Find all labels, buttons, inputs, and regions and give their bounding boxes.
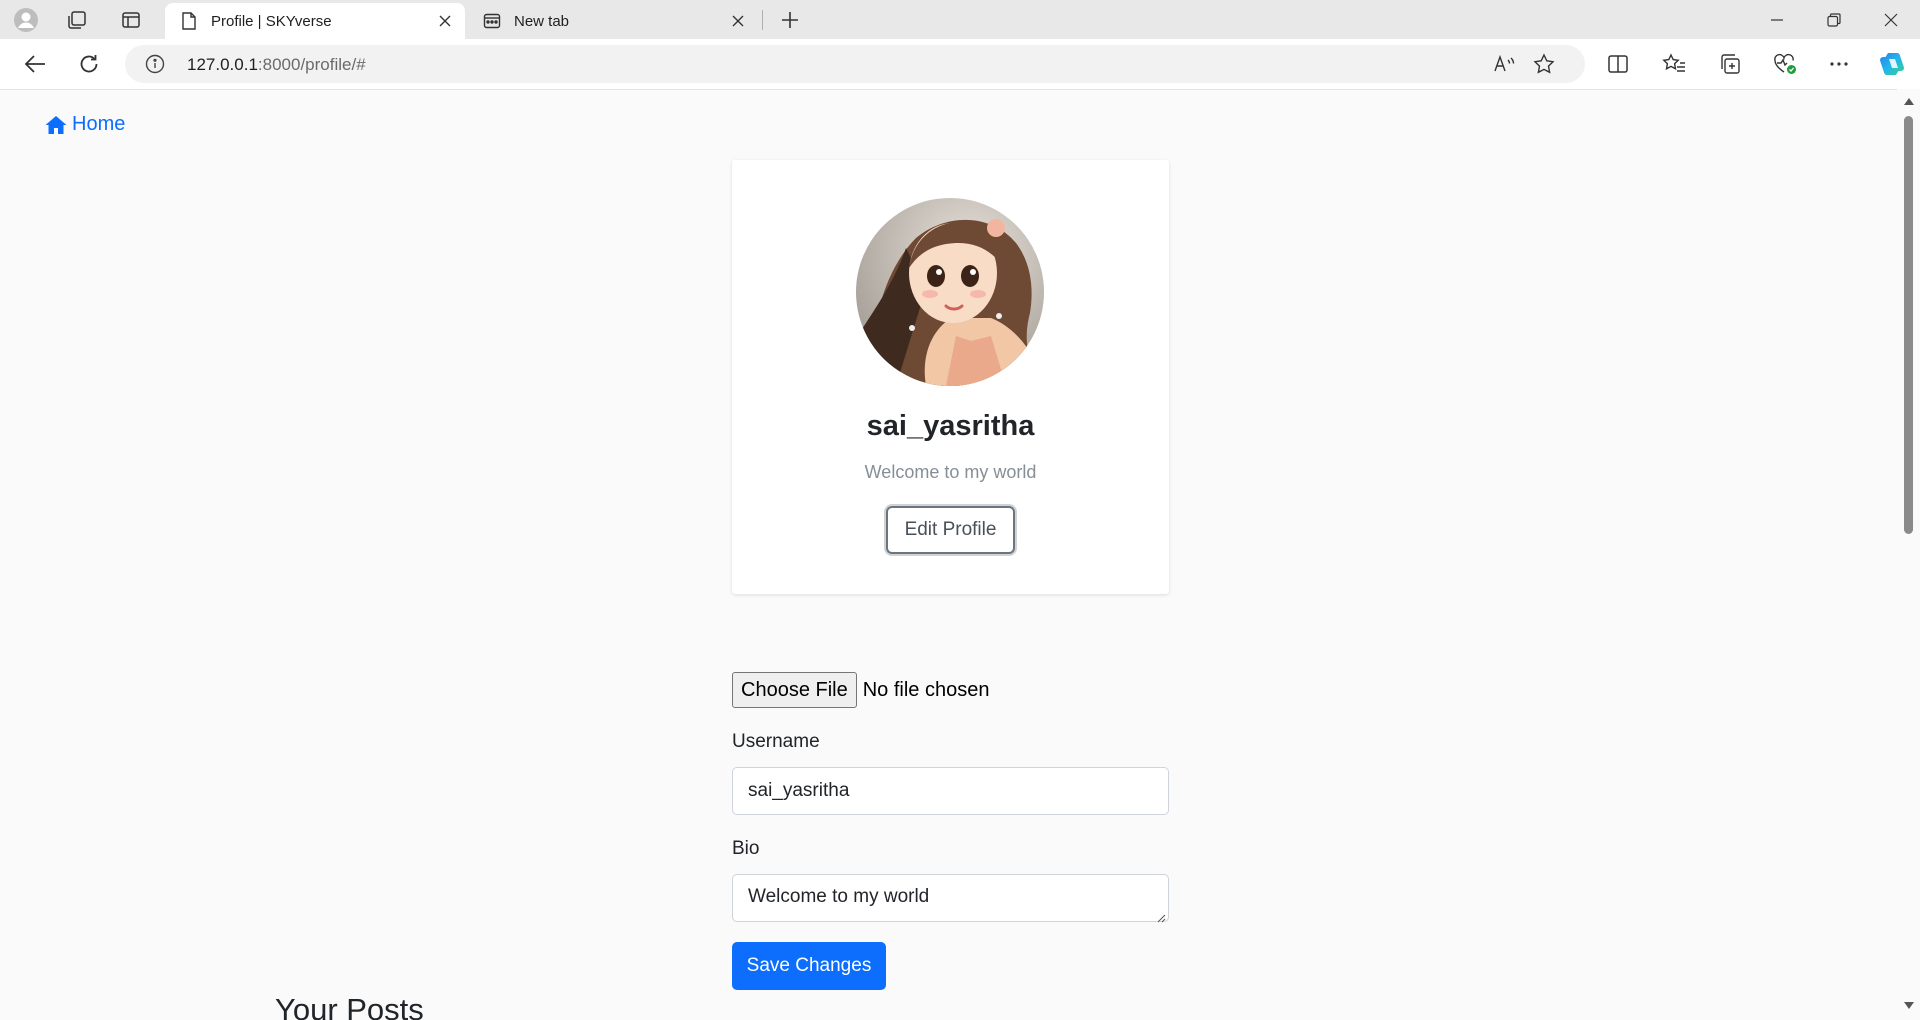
browser-essentials-icon[interactable] xyxy=(1768,48,1802,80)
scrollbar-thumb[interactable] xyxy=(1904,116,1913,534)
home-label: Home xyxy=(72,113,126,135)
new-tab-button[interactable] xyxy=(772,4,808,36)
tab-new[interactable]: New tab xyxy=(468,3,758,39)
bio-field[interactable]: Welcome to my world xyxy=(732,874,1169,922)
tab-profile[interactable]: Profile | SKYverse xyxy=(165,3,465,39)
username-field[interactable] xyxy=(732,767,1169,815)
tab-divider xyxy=(762,10,763,30)
scroll-up-icon[interactable] xyxy=(1897,91,1920,111)
restore-icon[interactable] xyxy=(1805,0,1862,39)
split-screen-icon[interactable] xyxy=(1601,48,1635,80)
close-window-icon[interactable] xyxy=(1862,0,1919,39)
copilot-icon[interactable] xyxy=(1876,48,1910,80)
profile-bio: Welcome to my world xyxy=(864,462,1037,482)
page-icon xyxy=(179,11,199,31)
url-text: 127.0.0.1:8000/profile/# xyxy=(187,55,366,75)
profile-card: sai_yasritha Welcome to my world Edit Pr… xyxy=(732,160,1169,594)
choose-file-button[interactable]: Choose File xyxy=(732,672,857,708)
address-bar[interactable]: 127.0.0.1:8000/profile/# xyxy=(125,45,1585,83)
close-tab-icon[interactable] xyxy=(431,7,459,35)
tab-title: Profile | SKYverse xyxy=(211,12,332,30)
home-icon xyxy=(45,115,67,135)
url-host: 127.0.0.1 xyxy=(187,55,258,74)
home-link[interactable]: Home xyxy=(45,113,125,136)
bio-label: Bio xyxy=(732,838,760,859)
close-tab-icon[interactable] xyxy=(724,7,752,35)
newtab-icon xyxy=(482,11,502,31)
page-content: Home sai_yasritha Welcome to my world Ed… xyxy=(0,89,1920,1020)
back-arrow-icon[interactable] xyxy=(18,48,52,80)
favorites-list-icon[interactable] xyxy=(1657,48,1691,80)
info-icon[interactable] xyxy=(145,54,165,74)
profile-username: sai_yasritha xyxy=(866,410,1035,442)
bio-field-wrapper: Welcome to my world xyxy=(732,874,1169,923)
refresh-icon[interactable] xyxy=(72,48,106,80)
save-changes-button[interactable]: Save Changes xyxy=(732,942,886,990)
username-label: Username xyxy=(732,731,820,752)
favorite-star-icon[interactable] xyxy=(1528,49,1560,79)
page-scrollbar[interactable] xyxy=(1897,89,1920,1020)
tab-title: New tab xyxy=(514,12,570,30)
your-posts-heading: Your Posts xyxy=(275,992,424,1020)
url-path: :8000/profile/# xyxy=(257,55,366,74)
profile-icon[interactable] xyxy=(10,4,42,36)
scroll-down-icon[interactable] xyxy=(1897,995,1920,1015)
browser-toolbar: 127.0.0.1:8000/profile/# xyxy=(0,39,1920,89)
browser-tab-bar: Profile | SKYverse New tab xyxy=(0,0,1920,39)
more-options-icon[interactable] xyxy=(1822,48,1856,80)
collections-icon[interactable] xyxy=(1713,48,1747,80)
file-input: Choose File No file chosen xyxy=(732,672,989,708)
minimize-icon[interactable] xyxy=(1748,0,1805,39)
edit-profile-button[interactable]: Edit Profile xyxy=(886,506,1015,554)
vertical-tabs-icon[interactable] xyxy=(115,4,147,36)
file-status: No file chosen xyxy=(862,678,990,701)
workspaces-icon[interactable] xyxy=(61,4,93,36)
avatar xyxy=(856,198,1044,386)
resize-grip-icon[interactable] xyxy=(1157,910,1166,923)
read-aloud-icon[interactable] xyxy=(1488,49,1520,79)
